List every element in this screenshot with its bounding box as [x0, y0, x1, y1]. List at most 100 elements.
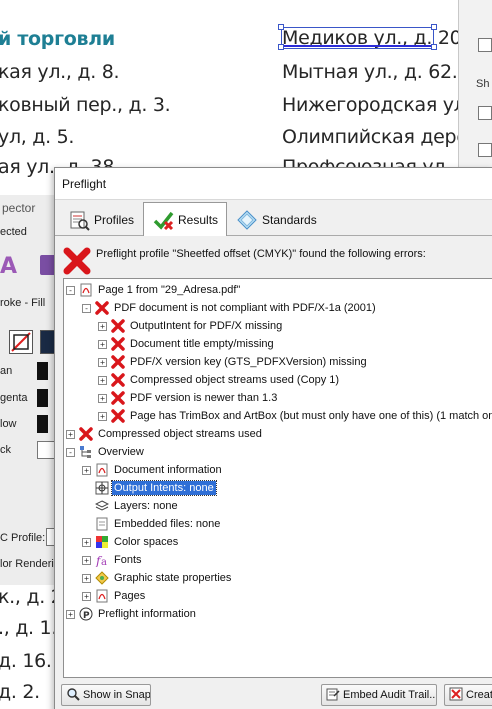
expand-toggle[interactable]: + [98, 393, 107, 403]
svg-text:P: P [83, 611, 90, 621]
tree-row-label: Pages [114, 590, 146, 602]
magenta-value-field[interactable] [37, 389, 48, 407]
graphic-state-icon [94, 570, 110, 586]
create-report-label: Creat [466, 689, 492, 701]
expand-toggle[interactable]: + [82, 591, 91, 601]
bg-text-bottom-2: д. 16. [0, 650, 52, 672]
selection-handle[interactable] [431, 24, 437, 30]
yellow-value-field[interactable] [37, 415, 48, 433]
expand-toggle[interactable]: + [66, 609, 75, 619]
tree-row-label: Layers: none [114, 500, 178, 512]
tree-row-label: Graphic state properties [114, 572, 232, 584]
panel-checkbox[interactable] [478, 38, 492, 52]
tab-results[interactable]: Results [143, 202, 228, 236]
tab-bar: Profiles Results Standards [55, 200, 492, 236]
tree-row[interactable]: + Document information [82, 461, 224, 479]
bg-text-left-1: кая ул., д. 8. [0, 61, 120, 83]
expand-toggle[interactable]: + [98, 375, 107, 385]
tab-results-label: Results [178, 212, 219, 227]
stroke-fill-label: roke - Fill [0, 297, 46, 309]
results-check-icon [152, 209, 174, 231]
tree-row[interactable]: Embedded files: none [82, 515, 222, 533]
bg-text-left-0: й торговли [0, 28, 115, 50]
output-intent-icon [94, 480, 110, 496]
tree-row[interactable]: + PDF version is newer than 1.3 [98, 389, 279, 407]
expand-toggle[interactable]: + [82, 465, 91, 475]
tree-row[interactable]: + Color spaces [82, 533, 180, 551]
bg-text-left-3: ул, д. 5. [0, 126, 75, 148]
tab-profiles[interactable]: Profiles [59, 205, 143, 235]
dialog-titlebar[interactable]: Preflight [55, 168, 492, 200]
pdf-doc-icon [94, 462, 110, 478]
color-spaces-icon [94, 534, 110, 550]
tree-row[interactable]: - Overview [66, 443, 146, 461]
overview-tree-icon [78, 444, 94, 460]
icc-profile-label: C Profile: [0, 532, 46, 544]
tree-row[interactable]: + Pages [82, 587, 147, 605]
magenta-label: genta [0, 392, 28, 404]
selection-handle[interactable] [431, 44, 437, 50]
collapse-toggle[interactable]: - [82, 303, 91, 313]
expand-toggle[interactable]: + [82, 555, 91, 565]
tree-row[interactable]: + Compressed object streams used (Copy 1) [98, 371, 341, 389]
show-in-snap-button[interactable]: Show in Snap [61, 684, 151, 706]
panel-label: Sh [476, 78, 490, 90]
panel-checkbox[interactable] [478, 143, 492, 157]
bg-text-bottom-1: ., д. 1. [0, 617, 58, 639]
expand-toggle[interactable]: + [66, 429, 75, 439]
tree-row[interactable]: + Document title empty/missing [98, 335, 276, 353]
error-x-icon [110, 354, 126, 370]
expand-toggle[interactable]: + [82, 573, 91, 583]
pdf-page-icon [94, 588, 110, 604]
tree-row-label: PDF/X version key (GTS_PDFXVersion) miss… [130, 356, 367, 368]
tree-row[interactable]: Layers: none [82, 497, 180, 515]
selection-handle[interactable] [278, 24, 284, 30]
tree-row-label: Page has TrimBox and ArtBox (but must on… [130, 410, 492, 422]
tree-row[interactable]: Output Intents: none [82, 479, 217, 497]
profiles-icon [68, 209, 90, 231]
tree-row-label: Fonts [114, 554, 142, 566]
results-tree[interactable]: - Page 1 from "29_Adresa.pdf" - PDF documen… [63, 278, 492, 678]
selection-handle[interactable] [278, 44, 284, 50]
expand-toggle[interactable]: + [98, 321, 107, 331]
embed-audit-trail-button[interactable]: Embed Audit Trail... [321, 684, 437, 706]
yellow-label: low [0, 418, 17, 430]
tree-row[interactable]: - Page 1 from "29_Adresa.pdf" [66, 281, 242, 299]
tree-row-label: PDF document is not compliant with PDF/X… [114, 302, 376, 314]
collapse-toggle[interactable]: - [66, 285, 75, 295]
expand-toggle[interactable]: + [98, 357, 107, 367]
no-stroke-icon[interactable] [9, 330, 33, 354]
expand-toggle[interactable]: + [98, 411, 107, 421]
error-banner: Preflight profile "Sheetfed offset (CMYK… [62, 246, 426, 279]
collapse-toggle[interactable]: - [66, 447, 75, 457]
preflight-dialog: Preflight Profiles Results Standards Pre… [54, 167, 492, 709]
tree-row-label: OutputIntent for PDF/X missing [130, 320, 283, 332]
embedded-file-icon [94, 516, 110, 532]
tree-row-label: Document title empty/missing [130, 338, 274, 350]
bg-text-left-2: ковный пер., д. 3. [0, 94, 171, 116]
inspector-style-a-icon[interactable]: A [0, 253, 18, 279]
tree-row[interactable]: + OutputIntent for PDF/X missing [98, 317, 284, 335]
create-report-button[interactable]: Creat [444, 684, 492, 706]
error-x-icon [78, 426, 94, 442]
tab-standards[interactable]: Standards [227, 205, 326, 235]
layers-icon [94, 498, 110, 514]
tree-row[interactable]: + PDF/X version key (GTS_PDFXVersion) mis… [98, 353, 369, 371]
tree-row[interactable]: - PDF document is not compliant with PDF/… [82, 299, 378, 317]
expand-toggle[interactable]: + [82, 537, 91, 547]
tree-row[interactable]: + Graphic state properties [82, 569, 233, 587]
inspector-selected-label: ected [0, 226, 27, 238]
preflight-info-icon: P [78, 606, 94, 622]
tree-row[interactable]: + P Preflight information [66, 605, 198, 623]
tree-row[interactable]: + f a Fonts [82, 551, 144, 569]
panel-checkbox[interactable] [478, 106, 492, 120]
cyan-value-field[interactable] [37, 362, 48, 380]
tree-row-label: Compressed object streams used (Copy 1) [130, 374, 340, 386]
rendering-label: lor Renderin [0, 558, 60, 570]
expand-toggle[interactable]: + [98, 339, 107, 349]
tree-row[interactable]: + Compressed object streams used [66, 425, 264, 443]
tree-row[interactable]: + Page has TrimBox and ArtBox (but must o… [98, 407, 492, 425]
tree-row-label: Compressed object streams used [98, 428, 262, 440]
tree-row-label: PDF version is newer than 1.3 [130, 392, 278, 404]
